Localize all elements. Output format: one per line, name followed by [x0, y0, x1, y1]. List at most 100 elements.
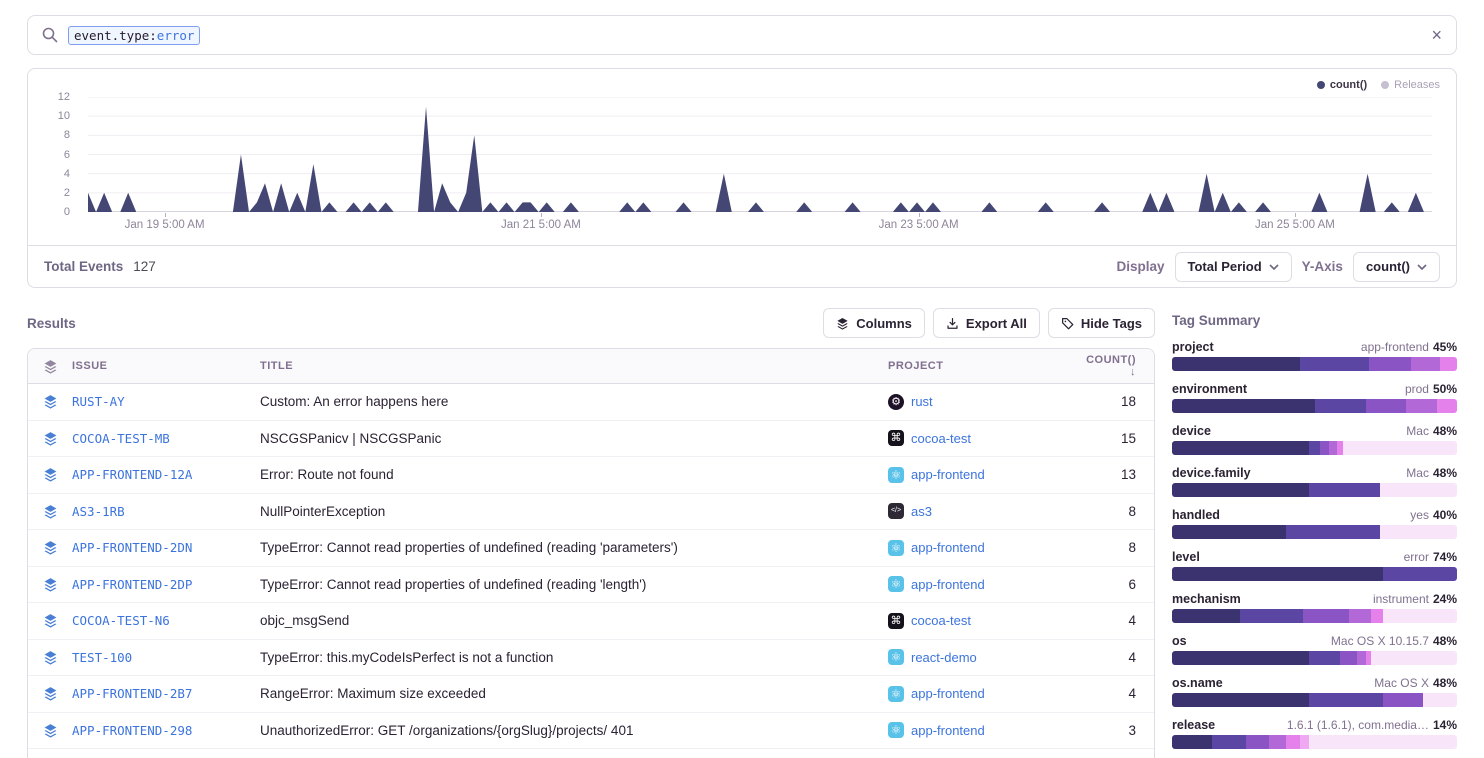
tag-bar-segment[interactable] — [1437, 399, 1457, 413]
tag-bar-segment[interactable] — [1246, 735, 1269, 749]
columns-button-label: Columns — [856, 316, 912, 331]
clear-search-icon[interactable]: × — [1431, 27, 1442, 43]
tag-distribution-bar[interactable] — [1172, 357, 1457, 371]
tag-distribution-bar[interactable] — [1172, 693, 1457, 707]
export-all-button[interactable]: Export All — [933, 308, 1040, 338]
tag-bar-segment[interactable] — [1172, 693, 1309, 707]
tag-bar-segment[interactable] — [1172, 399, 1315, 413]
search-token-key: event.type: — [74, 28, 157, 43]
tag-top-value: prod — [1405, 382, 1429, 396]
tag-bar-segment[interactable] — [1172, 609, 1240, 623]
tag-distribution-bar[interactable] — [1172, 525, 1457, 539]
project-link[interactable]: react-demo — [911, 650, 977, 665]
tag-distribution-bar[interactable] — [1172, 735, 1457, 749]
tag-bar-segment[interactable] — [1371, 609, 1382, 623]
tag-bar-segment[interactable] — [1309, 651, 1340, 665]
issue-link[interactable]: TEST-100 — [72, 650, 132, 665]
tag-distribution-bar[interactable] — [1172, 609, 1457, 623]
tag-summary-item-project: projectapp-frontend45% — [1172, 340, 1457, 371]
issue-link[interactable]: APP-FRONTEND-2DN — [72, 540, 192, 555]
tag-bar-other-segment[interactable] — [1383, 609, 1457, 623]
tag-bar-segment[interactable] — [1411, 357, 1440, 371]
tag-bar-segment[interactable] — [1172, 483, 1309, 497]
tag-bar-segment[interactable] — [1172, 567, 1383, 581]
tag-bar-segment[interactable] — [1320, 441, 1329, 455]
tag-bar-segment[interactable] — [1300, 735, 1309, 749]
tag-bar-segment[interactable] — [1369, 357, 1412, 371]
tag-bar-segment[interactable] — [1349, 609, 1372, 623]
project-link[interactable]: app-frontend — [911, 686, 985, 701]
tag-bar-segment[interactable] — [1406, 399, 1437, 413]
tag-bar-segment[interactable] — [1172, 357, 1300, 371]
project-link[interactable]: app-frontend — [911, 467, 985, 482]
chart-plot[interactable] — [88, 97, 1432, 212]
column-header-title[interactable]: TITLE — [260, 360, 888, 372]
search-bar[interactable]: event.type:error × — [27, 15, 1457, 55]
issue-link[interactable]: APP-FRONTEND-2B7 — [72, 686, 192, 701]
tag-distribution-bar[interactable] — [1172, 567, 1457, 581]
project-link[interactable]: app-frontend — [911, 723, 985, 738]
project-link[interactable]: app-frontend — [911, 577, 985, 592]
project-link[interactable]: cocoa-test — [911, 613, 971, 628]
tag-distribution-bar[interactable] — [1172, 483, 1457, 497]
issue-link[interactable]: AS3-1RB — [72, 504, 125, 519]
react-project-icon: ⚛ — [888, 686, 904, 702]
search-query-token[interactable]: event.type:error — [68, 26, 200, 45]
tag-bar-segment[interactable] — [1440, 357, 1457, 371]
hide-tags-button[interactable]: Hide Tags — [1048, 308, 1155, 338]
column-header-project[interactable]: PROJECT — [888, 360, 1078, 372]
issue-link[interactable]: COCOA-TEST-N6 — [72, 613, 170, 628]
x-tick-mark — [919, 213, 920, 217]
tag-bar-segment[interactable] — [1286, 735, 1300, 749]
tag-bar-other-segment[interactable] — [1423, 693, 1457, 707]
tag-bar-segment[interactable] — [1303, 609, 1349, 623]
issue-link[interactable]: COCOA-TEST-MB — [72, 431, 170, 446]
issue-link[interactable]: APP-FRONTEND-12A — [72, 467, 192, 482]
project-link[interactable]: app-frontend — [911, 540, 985, 555]
yaxis-dropdown[interactable]: count() — [1353, 252, 1440, 282]
tag-bar-other-segment[interactable] — [1343, 441, 1457, 455]
project-link[interactable]: as3 — [911, 504, 932, 519]
tag-bar-segment[interactable] — [1383, 693, 1423, 707]
tag-bar-other-segment[interactable] — [1380, 525, 1457, 539]
issue-link[interactable]: APP-FRONTEND-298 — [72, 723, 192, 738]
tag-distribution-bar[interactable] — [1172, 441, 1457, 455]
rust-project-icon: ⚙ — [888, 394, 904, 410]
tag-bar-segment[interactable] — [1357, 651, 1366, 665]
tag-distribution-bar[interactable] — [1172, 651, 1457, 665]
tag-bar-other-segment[interactable] — [1380, 483, 1457, 497]
tag-bar-segment[interactable] — [1240, 609, 1303, 623]
tag-bar-segment[interactable] — [1309, 441, 1320, 455]
tag-bar-segment[interactable] — [1172, 651, 1309, 665]
tag-bar-segment[interactable] — [1212, 735, 1246, 749]
legend-item-count[interactable]: count() — [1317, 79, 1367, 91]
project-link[interactable]: rust — [911, 394, 933, 409]
tag-bar-segment[interactable] — [1172, 441, 1309, 455]
project-link[interactable]: cocoa-test — [911, 431, 971, 446]
issue-link[interactable]: APP-FRONTEND-2DP — [72, 577, 192, 592]
column-header-issue[interactable]: ISSUE — [72, 360, 260, 372]
tag-bar-segment[interactable] — [1329, 441, 1338, 455]
tag-bar-segment[interactable] — [1315, 399, 1366, 413]
column-header-count[interactable]: COUNT() ↓ — [1078, 354, 1154, 378]
tag-bar-segment[interactable] — [1309, 693, 1383, 707]
tag-icon — [1061, 317, 1074, 330]
tag-bar-other-segment[interactable] — [1371, 651, 1457, 665]
tag-bar-segment[interactable] — [1172, 525, 1286, 539]
legend-item-releases[interactable]: Releases — [1381, 79, 1440, 91]
tag-bar-segment[interactable] — [1300, 357, 1368, 371]
tag-bar-segment[interactable] — [1309, 483, 1380, 497]
tag-distribution-bar[interactable] — [1172, 399, 1457, 413]
tag-bar-segment[interactable] — [1269, 735, 1286, 749]
tag-bar-segment[interactable] — [1340, 651, 1357, 665]
tag-bar-other-segment[interactable] — [1309, 735, 1457, 749]
display-dropdown[interactable]: Total Period — [1175, 252, 1292, 282]
issue-title: objc_msgSend — [260, 613, 888, 628]
issue-link[interactable]: RUST-AY — [72, 394, 125, 409]
tag-bar-segment[interactable] — [1383, 567, 1457, 581]
tag-bar-segment[interactable] — [1172, 735, 1212, 749]
columns-button[interactable]: Columns — [823, 308, 925, 338]
tag-bar-segment[interactable] — [1286, 525, 1380, 539]
tag-bar-segment[interactable] — [1366, 399, 1406, 413]
event-count: 8 — [1078, 504, 1154, 519]
